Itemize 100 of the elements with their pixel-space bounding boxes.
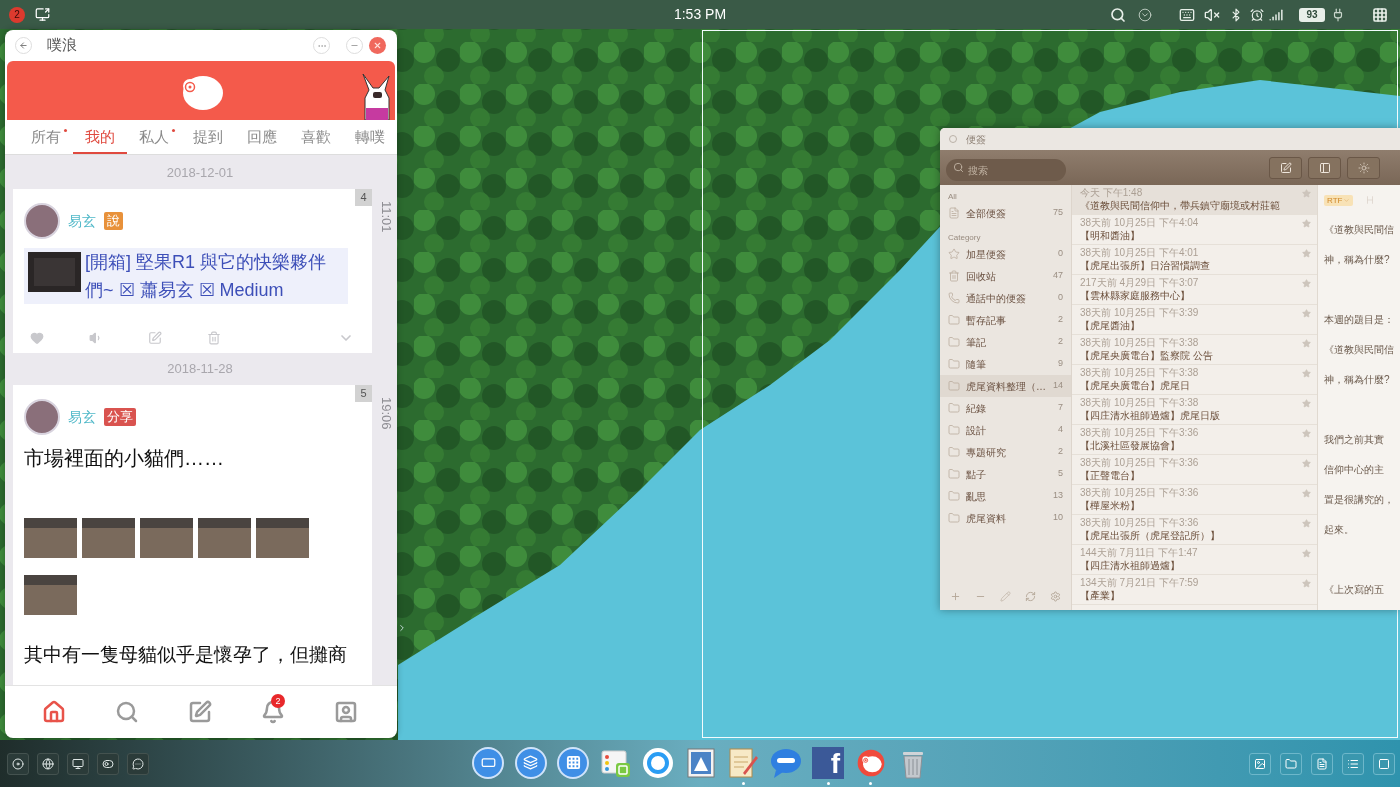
photo-placeholder[interactable] xyxy=(256,518,309,558)
sidebar-item[interactable]: 隨筆 9 xyxy=(940,353,1071,375)
note-row[interactable]: 217天前 4月29日 下午3:07 【雲林縣家庭服務中心】 xyxy=(1072,275,1317,305)
sidebar-item[interactable]: 全部便簽 75 xyxy=(940,202,1071,224)
photo-placeholder[interactable] xyxy=(24,518,77,558)
chevron-down-circle-icon[interactable] xyxy=(1138,7,1152,22)
keyboard-icon[interactable] xyxy=(1179,6,1195,23)
app-grid-icon[interactable] xyxy=(1372,6,1388,23)
link-title[interactable]: [開箱] 堅果R1 與它的快樂夥伴們~ ☒ 蕭易玄 ☒ Medium xyxy=(85,248,340,304)
sidebar-item[interactable]: 紀錄 7 xyxy=(940,397,1071,419)
sidebar-item[interactable]: 點子 5 xyxy=(940,463,1071,485)
search-icon[interactable] xyxy=(115,700,139,724)
app-launcher-button[interactable]: f xyxy=(812,746,844,779)
heart-icon[interactable] xyxy=(30,331,44,345)
star-icon[interactable] xyxy=(1302,189,1311,198)
star-icon[interactable] xyxy=(1302,519,1311,528)
star-icon[interactable] xyxy=(1302,579,1311,588)
panel-button[interactable] xyxy=(1249,752,1271,775)
search-field[interactable]: 搜索 xyxy=(946,159,1066,181)
note-row[interactable]: 144天前 7月11日 下午1:47 【四庄清水祖師過爐】 xyxy=(1072,545,1317,575)
trash-icon[interactable] xyxy=(207,331,221,345)
sidebar-item[interactable]: 暫存記事 2 xyxy=(940,309,1071,331)
chevron-right-icon[interactable] xyxy=(397,622,407,634)
quick-setting-button[interactable] xyxy=(97,752,119,775)
star-icon[interactable] xyxy=(1302,279,1311,288)
launcher-app-button[interactable] xyxy=(557,746,589,779)
sidebar-item[interactable]: 虎尾資料 10 xyxy=(940,507,1071,529)
avatar[interactable] xyxy=(24,399,60,435)
panel-button[interactable] xyxy=(1311,752,1333,775)
note-row[interactable]: 134天前 7月21日 下午7:59 【產業】 xyxy=(1072,575,1317,605)
star-icon[interactable] xyxy=(1302,309,1311,318)
star-icon[interactable] xyxy=(1302,489,1311,498)
quick-setting-button[interactable] xyxy=(7,752,29,775)
screen-share-icon[interactable] xyxy=(35,7,50,22)
sidebar-item[interactable]: 通話中的便簽 0 xyxy=(940,287,1071,309)
sidebar-item[interactable]: 虎尾資料整理（… 14 xyxy=(940,375,1071,397)
star-icon[interactable] xyxy=(1302,369,1311,378)
tab[interactable]: 喜歡 xyxy=(289,120,343,154)
tab[interactable]: 私人 xyxy=(127,120,181,154)
sidebar-item[interactable]: 加星便簽 0 xyxy=(940,243,1071,265)
refresh-icon[interactable] xyxy=(1025,590,1036,602)
note-row[interactable]: 38天前 10月25日 下午3:36 【北溪社區發展協會】 xyxy=(1072,425,1317,455)
tab[interactable]: 轉噗 xyxy=(343,120,397,154)
notepad-icon[interactable] xyxy=(727,746,759,779)
sidebar-toggle-button[interactable] xyxy=(1308,156,1341,179)
settings-icon[interactable] xyxy=(1050,590,1061,602)
note-row[interactable]: 38天前 10月25日 下午3:36 【虎尾出張所（虎尾登記所）】 xyxy=(1072,515,1317,545)
quick-setting-button[interactable] xyxy=(37,752,59,775)
quick-setting-button[interactable] xyxy=(127,752,149,775)
notification-count-badge[interactable]: 2 xyxy=(9,6,25,23)
star-icon[interactable] xyxy=(1302,249,1311,258)
star-icon[interactable] xyxy=(1302,219,1311,228)
star-icon[interactable] xyxy=(1302,399,1311,408)
note-row[interactable]: 38天前 10月25日 下午3:38 【虎尾央廣電台】監察院 公告 xyxy=(1072,335,1317,365)
edit-icon[interactable] xyxy=(148,331,162,345)
alarm-clock-icon[interactable] xyxy=(1250,7,1264,22)
sidebar-item[interactable]: 筆記 2 xyxy=(940,331,1071,353)
note-row[interactable]: 38天前 10月25日 下午4:04 【明和醬油】 xyxy=(1072,215,1317,245)
note-row[interactable]: 38天前 10月25日 下午3:38 【四庄清水祖師過爐】虎尾日版 xyxy=(1072,395,1317,425)
tab[interactable]: 我的 xyxy=(73,120,127,154)
tab[interactable]: 提到 xyxy=(181,120,235,154)
note-row[interactable]: 38天前 10月25日 下午3:36 【樺屋米粉】 xyxy=(1072,485,1317,515)
note-row[interactable]: 38天前 10月25日 下午3:38 【虎尾央廣電台】虎尾日 xyxy=(1072,365,1317,395)
photo-placeholder[interactable] xyxy=(140,518,193,558)
tab[interactable]: 所有 xyxy=(19,120,73,154)
add-icon[interactable] xyxy=(950,590,961,602)
panel-button[interactable] xyxy=(1280,752,1302,775)
volume-mute-icon[interactable] xyxy=(1204,6,1220,23)
photo-placeholder[interactable] xyxy=(24,575,77,615)
picture-frame-icon[interactable] xyxy=(684,746,717,779)
profile-card-icon[interactable] xyxy=(334,700,358,724)
bell-icon[interactable] xyxy=(261,700,285,724)
search-icon[interactable] xyxy=(1110,6,1126,23)
note-row[interactable]: 38天前 10月25日 下午3:39 【虎尾醬油】 xyxy=(1072,305,1317,335)
plug-icon[interactable] xyxy=(1331,7,1345,22)
close-button[interactable] xyxy=(369,37,386,54)
sidebar-item[interactable]: 回收站 47 xyxy=(940,265,1071,287)
ring-icon[interactable] xyxy=(642,746,674,779)
star-icon[interactable] xyxy=(1302,429,1311,438)
photo-placeholder[interactable] xyxy=(198,518,251,558)
star-icon[interactable] xyxy=(1302,549,1311,558)
screen-app-button[interactable] xyxy=(472,746,504,779)
battery-level[interactable]: 93 xyxy=(1299,7,1325,22)
home-icon[interactable] xyxy=(42,700,66,724)
new-note-button[interactable] xyxy=(1269,156,1302,179)
compose-icon[interactable] xyxy=(188,700,212,724)
signal-icon[interactable] xyxy=(1269,7,1283,22)
windows-app-button[interactable] xyxy=(514,746,547,779)
sidebar-item[interactable]: 亂思 13 xyxy=(940,485,1071,507)
note-row[interactable]: 38天前 10月25日 下午3:36 【正聲電台】 xyxy=(1072,455,1317,485)
link-preview[interactable]: [開箱] 堅果R1 與它的快樂夥伴們~ ☒ 蕭易玄 ☒ Medium xyxy=(24,248,348,304)
star-icon[interactable] xyxy=(1302,339,1311,348)
photo-placeholder[interactable] xyxy=(82,518,135,558)
avatar[interactable] xyxy=(24,203,60,239)
panel-button[interactable] xyxy=(1373,752,1395,775)
sidebar-item[interactable]: 專題研究 2 xyxy=(940,441,1071,463)
note-row[interactable]: 38天前 10月25日 下午4:01 【虎尾出張所】日治習慣調查 xyxy=(1072,245,1317,275)
quick-setting-button[interactable] xyxy=(67,752,89,775)
sidebar-item[interactable]: 設計 4 xyxy=(940,419,1071,441)
settings-button[interactable] xyxy=(1347,156,1380,179)
